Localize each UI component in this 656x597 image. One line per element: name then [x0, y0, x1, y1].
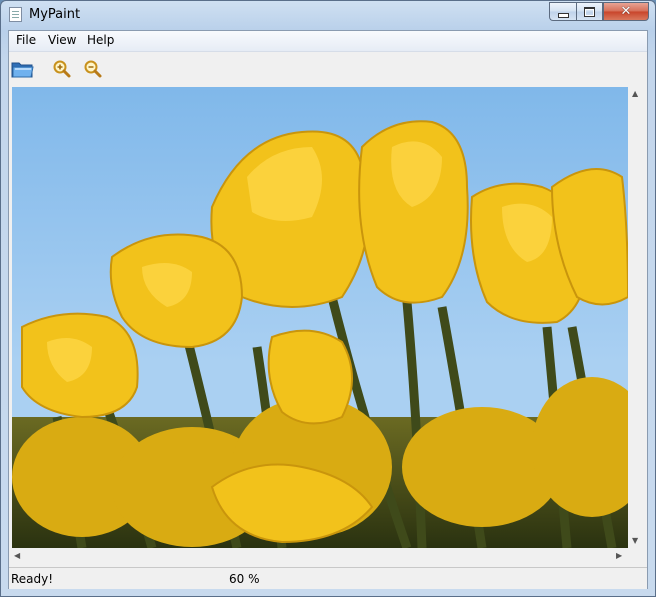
- minimize-button[interactable]: [549, 2, 576, 21]
- menu-file[interactable]: File: [16, 33, 36, 47]
- zoom-out-icon: [84, 60, 102, 78]
- close-icon: ✕: [620, 4, 632, 19]
- image-canvas[interactable]: [12, 87, 628, 548]
- open-button[interactable]: [11, 57, 35, 81]
- tulips-image: [12, 87, 628, 548]
- zoom-level: 60 %: [229, 572, 260, 586]
- app-window: MyPaint ✕ File View Help ▲ ▼ ◀ ▶ Ready! …: [0, 0, 656, 597]
- menu-view[interactable]: View: [48, 33, 76, 47]
- close-button[interactable]: ✕: [603, 2, 649, 21]
- scroll-up-icon[interactable]: ▲: [632, 89, 638, 98]
- zoom-in-button[interactable]: [50, 57, 74, 81]
- scroll-right-icon[interactable]: ▶: [616, 551, 622, 560]
- maximize-icon: [584, 6, 595, 17]
- window-title: MyPaint: [29, 7, 81, 22]
- menu-help[interactable]: Help: [87, 33, 114, 47]
- scroll-down-icon[interactable]: ▼: [632, 536, 638, 545]
- vertical-scrollbar[interactable]: ▲ ▼: [628, 87, 644, 548]
- toolbar: [9, 52, 647, 86]
- status-bar: Ready! 60 %: [9, 567, 647, 589]
- title-bar[interactable]: MyPaint ✕: [1, 1, 655, 30]
- status-message: Ready!: [11, 572, 54, 586]
- maximize-button[interactable]: [576, 2, 603, 21]
- minimize-icon: [557, 13, 569, 18]
- menu-bar: File View Help: [9, 31, 647, 52]
- scroll-left-icon[interactable]: ◀: [14, 551, 20, 560]
- zoom-out-button[interactable]: [81, 57, 105, 81]
- app-icon[interactable]: [9, 7, 22, 22]
- open-folder-icon: [11, 62, 34, 78]
- zoom-in-icon: [53, 60, 71, 78]
- client-area: File View Help ▲ ▼ ◀ ▶ Ready! 60 %: [8, 30, 648, 589]
- horizontal-scrollbar[interactable]: ◀ ▶: [12, 548, 628, 564]
